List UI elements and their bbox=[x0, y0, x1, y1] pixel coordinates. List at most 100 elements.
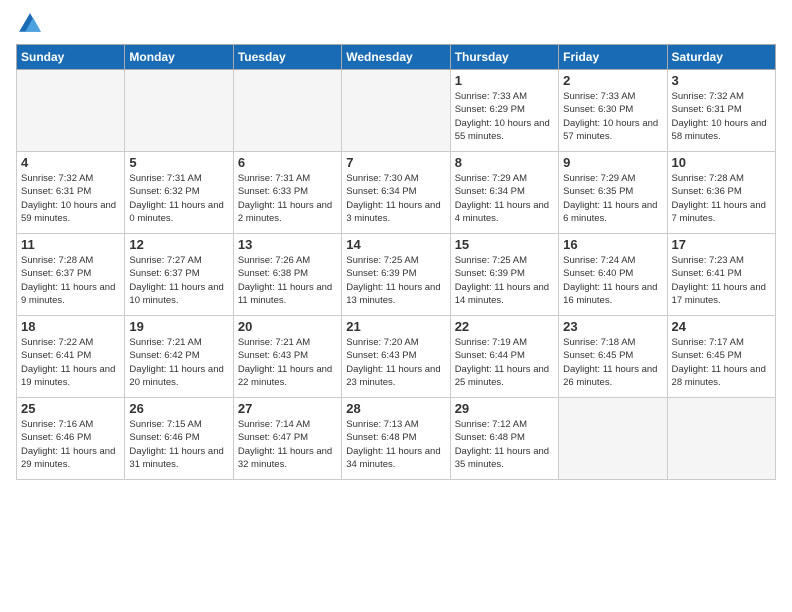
day-info: Sunrise: 7:22 AM Sunset: 6:41 PM Dayligh… bbox=[21, 336, 120, 389]
week-row-2: 11 Sunrise: 7:28 AM Sunset: 6:37 PM Dayli… bbox=[17, 234, 776, 316]
day-number: 18 bbox=[21, 319, 120, 334]
day-info: Sunrise: 7:26 AM Sunset: 6:38 PM Dayligh… bbox=[238, 254, 337, 307]
day-number: 12 bbox=[129, 237, 228, 252]
day-number: 29 bbox=[455, 401, 554, 416]
day-number: 2 bbox=[563, 73, 662, 88]
calendar-cell bbox=[667, 398, 775, 480]
day-info: Sunrise: 7:21 AM Sunset: 6:42 PM Dayligh… bbox=[129, 336, 228, 389]
day-info: Sunrise: 7:21 AM Sunset: 6:43 PM Dayligh… bbox=[238, 336, 337, 389]
calendar-cell: 13 Sunrise: 7:26 AM Sunset: 6:38 PM Dayli… bbox=[233, 234, 341, 316]
col-header-tuesday: Tuesday bbox=[233, 45, 341, 70]
day-number: 9 bbox=[563, 155, 662, 170]
logo bbox=[16, 10, 48, 38]
calendar-cell: 19Sunrise: 7:21 AM Sunset: 6:42 PM Dayli… bbox=[125, 316, 233, 398]
col-header-sunday: Sunday bbox=[17, 45, 125, 70]
calendar-cell: 26Sunrise: 7:15 AM Sunset: 6:46 PM Dayli… bbox=[125, 398, 233, 480]
logo-icon bbox=[16, 10, 44, 38]
calendar-cell: 5 Sunrise: 7:31 AM Sunset: 6:32 PM Daylig… bbox=[125, 152, 233, 234]
calendar-cell: 12Sunrise: 7:27 AM Sunset: 6:37 PM Dayli… bbox=[125, 234, 233, 316]
week-row-0: 1 Sunrise: 7:33 AM Sunset: 6:29 PM Daylig… bbox=[17, 70, 776, 152]
day-info: Sunrise: 7:25 AM Sunset: 6:39 PM Dayligh… bbox=[346, 254, 445, 307]
calendar-cell bbox=[342, 70, 450, 152]
calendar-cell: 8 Sunrise: 7:29 AM Sunset: 6:34 PM Daylig… bbox=[450, 152, 558, 234]
col-header-wednesday: Wednesday bbox=[342, 45, 450, 70]
day-number: 28 bbox=[346, 401, 445, 416]
calendar-cell: 21 Sunrise: 7:20 AM Sunset: 6:43 PM Dayli… bbox=[342, 316, 450, 398]
day-number: 14 bbox=[346, 237, 445, 252]
day-info: Sunrise: 7:24 AM Sunset: 6:40 PM Dayligh… bbox=[563, 254, 662, 307]
col-header-thursday: Thursday bbox=[450, 45, 558, 70]
day-info: Sunrise: 7:33 AM Sunset: 6:30 PM Dayligh… bbox=[563, 90, 662, 143]
day-info: Sunrise: 7:29 AM Sunset: 6:34 PM Dayligh… bbox=[455, 172, 554, 225]
day-number: 21 bbox=[346, 319, 445, 334]
day-info: Sunrise: 7:14 AM Sunset: 6:47 PM Dayligh… bbox=[238, 418, 337, 471]
day-number: 26 bbox=[129, 401, 228, 416]
calendar-cell: 9 Sunrise: 7:29 AM Sunset: 6:35 PM Daylig… bbox=[559, 152, 667, 234]
calendar-cell: 3 Sunrise: 7:32 AM Sunset: 6:31 PM Daylig… bbox=[667, 70, 775, 152]
day-number: 20 bbox=[238, 319, 337, 334]
day-number: 23 bbox=[563, 319, 662, 334]
calendar-cell: 27 Sunrise: 7:14 AM Sunset: 6:47 PM Dayli… bbox=[233, 398, 341, 480]
day-info: Sunrise: 7:20 AM Sunset: 6:43 PM Dayligh… bbox=[346, 336, 445, 389]
day-number: 24 bbox=[672, 319, 771, 334]
day-info: Sunrise: 7:25 AM Sunset: 6:39 PM Dayligh… bbox=[455, 254, 554, 307]
day-info: Sunrise: 7:16 AM Sunset: 6:46 PM Dayligh… bbox=[21, 418, 120, 471]
day-number: 17 bbox=[672, 237, 771, 252]
day-info: Sunrise: 7:28 AM Sunset: 6:36 PM Dayligh… bbox=[672, 172, 771, 225]
col-header-monday: Monday bbox=[125, 45, 233, 70]
col-header-friday: Friday bbox=[559, 45, 667, 70]
day-info: Sunrise: 7:30 AM Sunset: 6:34 PM Dayligh… bbox=[346, 172, 445, 225]
day-number: 5 bbox=[129, 155, 228, 170]
week-row-1: 4Sunrise: 7:32 AM Sunset: 6:31 PM Daylig… bbox=[17, 152, 776, 234]
calendar-table: SundayMondayTuesdayWednesdayThursdayFrid… bbox=[16, 44, 776, 480]
calendar-cell: 17 Sunrise: 7:23 AM Sunset: 6:41 PM Dayli… bbox=[667, 234, 775, 316]
calendar-cell: 14 Sunrise: 7:25 AM Sunset: 6:39 PM Dayli… bbox=[342, 234, 450, 316]
calendar-cell: 23 Sunrise: 7:18 AM Sunset: 6:45 PM Dayli… bbox=[559, 316, 667, 398]
day-number: 13 bbox=[238, 237, 337, 252]
day-info: Sunrise: 7:33 AM Sunset: 6:29 PM Dayligh… bbox=[455, 90, 554, 143]
day-number: 11 bbox=[21, 237, 120, 252]
calendar-cell: 4Sunrise: 7:32 AM Sunset: 6:31 PM Daylig… bbox=[17, 152, 125, 234]
day-number: 7 bbox=[346, 155, 445, 170]
calendar-cell bbox=[559, 398, 667, 480]
day-info: Sunrise: 7:18 AM Sunset: 6:45 PM Dayligh… bbox=[563, 336, 662, 389]
day-info: Sunrise: 7:23 AM Sunset: 6:41 PM Dayligh… bbox=[672, 254, 771, 307]
calendar-cell: 6 Sunrise: 7:31 AM Sunset: 6:33 PM Daylig… bbox=[233, 152, 341, 234]
week-row-3: 18 Sunrise: 7:22 AM Sunset: 6:41 PM Dayli… bbox=[17, 316, 776, 398]
calendar-cell: 1 Sunrise: 7:33 AM Sunset: 6:29 PM Daylig… bbox=[450, 70, 558, 152]
day-number: 1 bbox=[455, 73, 554, 88]
calendar-cell: 18 Sunrise: 7:22 AM Sunset: 6:41 PM Dayli… bbox=[17, 316, 125, 398]
day-number: 25 bbox=[21, 401, 120, 416]
calendar-cell: 20 Sunrise: 7:21 AM Sunset: 6:43 PM Dayli… bbox=[233, 316, 341, 398]
day-info: Sunrise: 7:28 AM Sunset: 6:37 PM Dayligh… bbox=[21, 254, 120, 307]
day-number: 10 bbox=[672, 155, 771, 170]
day-number: 16 bbox=[563, 237, 662, 252]
day-number: 27 bbox=[238, 401, 337, 416]
header bbox=[16, 10, 776, 38]
calendar-cell: 24Sunrise: 7:17 AM Sunset: 6:45 PM Dayli… bbox=[667, 316, 775, 398]
day-number: 4 bbox=[21, 155, 120, 170]
day-number: 15 bbox=[455, 237, 554, 252]
day-info: Sunrise: 7:29 AM Sunset: 6:35 PM Dayligh… bbox=[563, 172, 662, 225]
calendar-page: SundayMondayTuesdayWednesdayThursdayFrid… bbox=[0, 0, 792, 612]
day-info: Sunrise: 7:32 AM Sunset: 6:31 PM Dayligh… bbox=[672, 90, 771, 143]
day-number: 22 bbox=[455, 319, 554, 334]
calendar-cell bbox=[233, 70, 341, 152]
calendar-cell: 25 Sunrise: 7:16 AM Sunset: 6:46 PM Dayli… bbox=[17, 398, 125, 480]
day-info: Sunrise: 7:31 AM Sunset: 6:33 PM Dayligh… bbox=[238, 172, 337, 225]
calendar-cell: 2 Sunrise: 7:33 AM Sunset: 6:30 PM Daylig… bbox=[559, 70, 667, 152]
col-header-saturday: Saturday bbox=[667, 45, 775, 70]
calendar-cell bbox=[125, 70, 233, 152]
day-number: 6 bbox=[238, 155, 337, 170]
day-number: 3 bbox=[672, 73, 771, 88]
calendar-cell: 16 Sunrise: 7:24 AM Sunset: 6:40 PM Dayli… bbox=[559, 234, 667, 316]
calendar-cell: 28 Sunrise: 7:13 AM Sunset: 6:48 PM Dayli… bbox=[342, 398, 450, 480]
day-number: 8 bbox=[455, 155, 554, 170]
day-info: Sunrise: 7:31 AM Sunset: 6:32 PM Dayligh… bbox=[129, 172, 228, 225]
day-info: Sunrise: 7:13 AM Sunset: 6:48 PM Dayligh… bbox=[346, 418, 445, 471]
calendar-cell: 10 Sunrise: 7:28 AM Sunset: 6:36 PM Dayli… bbox=[667, 152, 775, 234]
calendar-cell: 29Sunrise: 7:12 AM Sunset: 6:48 PM Dayli… bbox=[450, 398, 558, 480]
calendar-cell: 22Sunrise: 7:19 AM Sunset: 6:44 PM Dayli… bbox=[450, 316, 558, 398]
calendar-cell: 7 Sunrise: 7:30 AM Sunset: 6:34 PM Daylig… bbox=[342, 152, 450, 234]
calendar-cell bbox=[17, 70, 125, 152]
